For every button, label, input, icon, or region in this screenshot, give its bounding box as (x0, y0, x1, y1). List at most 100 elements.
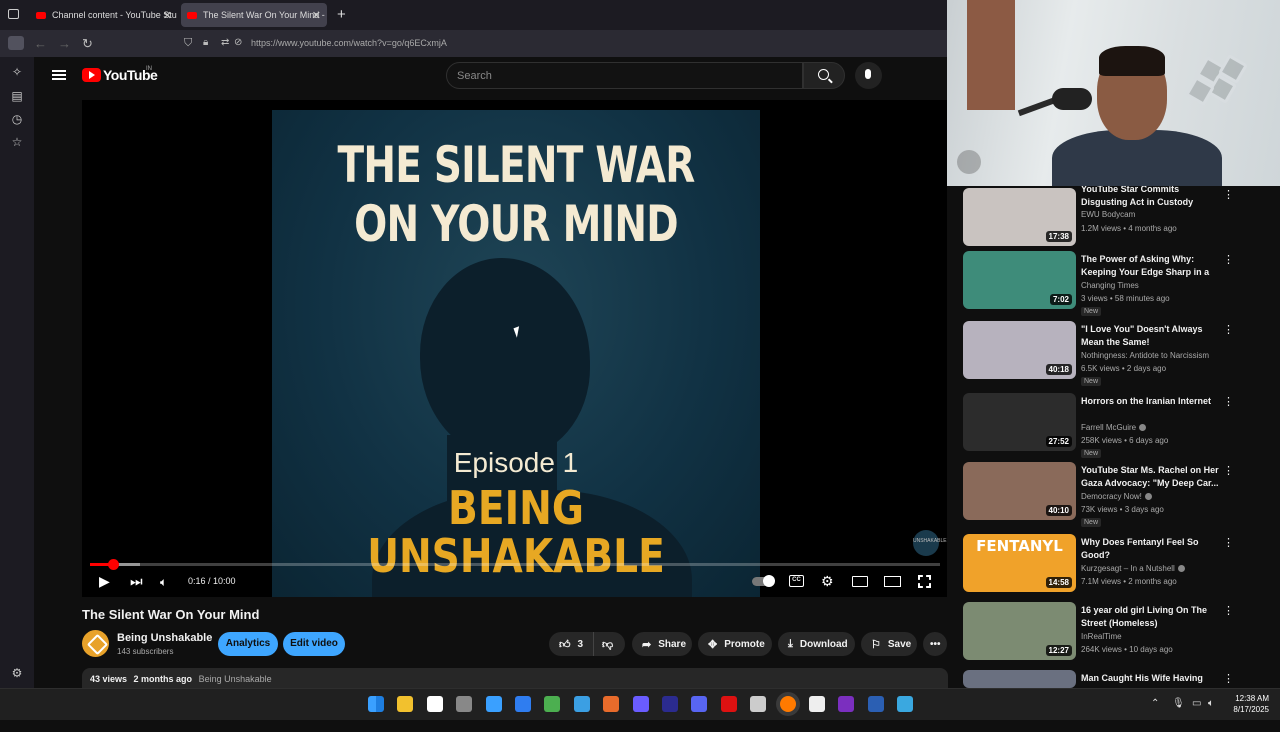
recommendation-title[interactable]: Horrors on the Iranian Internet (1081, 395, 1219, 408)
back-icon[interactable]: ← (34, 36, 47, 51)
chatgpt-icon[interactable] (809, 696, 825, 712)
more-actions-button[interactable]: ••• (923, 632, 947, 656)
settings-icon[interactable]: ⚙ (10, 666, 24, 680)
paint-app-icon[interactable] (603, 696, 620, 712)
more-options-icon[interactable]: ⋮ (1223, 604, 1234, 617)
recommendation-item[interactable]: 12:27 16 year old girl Living On The Stre… (963, 602, 1263, 664)
sidebar-toggle-icon[interactable] (8, 36, 24, 50)
download-button[interactable]: ⤓ Download (778, 632, 855, 656)
photoshop-icon[interactable] (897, 696, 914, 712)
share-button[interactable]: ➦ Share (632, 632, 692, 656)
recommendation-thumbnail[interactable]: 27:52 (963, 393, 1076, 451)
recommendation-title[interactable]: The Power of Asking Why: Keeping Your Ed… (1081, 253, 1219, 279)
search-input[interactable]: Search (446, 62, 803, 89)
progress-bar[interactable] (90, 559, 940, 570)
shield-icon[interactable]: ⛉ (184, 37, 192, 50)
recommendation-channel[interactable]: Democracy Now! (1081, 492, 1152, 501)
recommendation-item[interactable]: FENTANYL 14:58 Why Does Fentanyl Feel So G… (963, 534, 1263, 596)
search-button[interactable] (803, 62, 845, 89)
more-options-icon[interactable]: ⋮ (1223, 395, 1234, 408)
edit-video-button[interactable]: Edit video (283, 632, 345, 656)
next-icon[interactable]: ⏭ (130, 573, 143, 590)
more-options-icon[interactable]: ⋮ (1223, 188, 1234, 201)
extensions-icon[interactable]: ✧ (10, 65, 24, 79)
word-icon[interactable] (867, 696, 884, 712)
settings-gear-icon[interactable]: ⚙ (821, 573, 834, 590)
recommendation-item[interactable]: 7:02 The Power of Asking Why: Keeping You… (963, 251, 1263, 316)
promote-button[interactable]: ✥ Promote (698, 632, 772, 656)
chrome-icon[interactable] (750, 696, 767, 712)
youtube-logo-icon[interactable] (82, 68, 101, 82)
recommendation-thumbnail[interactable]: 40:10 (963, 462, 1076, 520)
dislike-button[interactable]: 👎︎ (593, 632, 625, 656)
blocked-icon[interactable]: ⊘ (234, 37, 242, 48)
miniplayer-icon[interactable] (852, 576, 868, 587)
forward-icon[interactable]: → (58, 36, 71, 51)
recommendation-thumbnail[interactable]: 7:02 (963, 251, 1076, 309)
camera-app-icon[interactable] (456, 696, 473, 712)
new-tab-button[interactable]: + (337, 6, 346, 23)
more-options-icon[interactable]: ⋮ (1223, 253, 1234, 266)
recommendation-item[interactable]: 40:10 YouTube Star Ms. Rachel on Her Gaza… (963, 462, 1263, 527)
tray-mic-icon[interactable]: 🎙︎ (1172, 698, 1185, 709)
tray-chevron-icon[interactable]: ⌃ (1151, 698, 1159, 709)
tab-channel-content[interactable]: Channel content - YouTube Stu ✕ (30, 3, 178, 27)
analytics-button[interactable]: Analytics (218, 632, 278, 656)
volume-icon[interactable]: 🔈︎ (160, 575, 167, 590)
firefox-icon[interactable] (779, 696, 796, 712)
clock[interactable]: 12:38 AM 8/17/2025 (1225, 693, 1269, 715)
like-button[interactable]: 👍︎ 3 (549, 632, 593, 656)
channel-watermark[interactable]: UNSHAKABLE (913, 530, 947, 556)
channel-name[interactable]: Being Unshakable (117, 632, 212, 644)
netflix-icon[interactable] (720, 696, 737, 712)
menu-icon[interactable] (52, 70, 66, 80)
save-button[interactable]: ⚐ Save (861, 632, 917, 656)
channel-avatar[interactable] (82, 630, 109, 657)
tray-volume-icon[interactable]: 🔈︎ (1208, 698, 1214, 709)
play-icon[interactable]: ▶ (99, 573, 110, 590)
recommendation-thumbnail[interactable]: FENTANYL 14:58 (963, 534, 1076, 592)
url-input[interactable]: https://www.youtube.com/watch?v=go/q6ECx… (251, 38, 447, 48)
recommendation-item[interactable]: 27:52 Horrors on the Iranian Internet Farr… (963, 393, 1263, 458)
edge-app-icon[interactable] (515, 696, 531, 712)
premiere-icon[interactable] (662, 696, 678, 712)
permissions-icon[interactable]: ⇄ (221, 37, 229, 48)
recommendation-item[interactable]: 17:38 YouTube Star Commits Disgusting Act… (963, 186, 1263, 248)
scrubber-handle[interactable] (107, 559, 119, 570)
more-options-icon[interactable]: ⋮ (1223, 323, 1234, 336)
lock-icon[interactable]: 🔒︎ (203, 37, 208, 48)
recommendation-item[interactable]: 40:18 "I Love You" Doesn't Always Mean th… (963, 321, 1263, 386)
recommendation-title[interactable]: 16 year old girl Living On The Street (H… (1081, 604, 1219, 630)
recommendation-title[interactable]: YouTube Star Commits Disgusting Act in C… (1081, 186, 1219, 209)
tray-display-icon[interactable]: ▭ (1192, 698, 1201, 709)
store-icon[interactable] (397, 696, 414, 712)
vpn-app-icon[interactable] (632, 696, 649, 712)
pocket-icon[interactable]: ▤ (10, 89, 24, 103)
captions-icon[interactable]: CC (789, 575, 804, 587)
theater-mode-icon[interactable] (884, 576, 901, 587)
tab-silent-war[interactable]: The Silent War On Your Mind - ✕ (181, 3, 327, 27)
recommendation-channel[interactable]: EWU Bodycam (1081, 210, 1135, 219)
recommendation-thumbnail[interactable]: 17:38 (963, 188, 1076, 246)
recommendation-title[interactable]: "I Love You" Doesn't Always Mean the Sam… (1081, 323, 1219, 349)
editor-app-icon[interactable] (485, 696, 502, 712)
recommendation-title[interactable]: YouTube Star Ms. Rachel on Her Gaza Advo… (1081, 464, 1219, 490)
recommendation-channel[interactable]: Kurzgesagt – In a Nutshell (1081, 564, 1185, 573)
discord-icon[interactable] (691, 696, 708, 712)
description-box[interactable]: 43 views 2 months ago Being Unshakable (82, 668, 948, 688)
more-options-icon[interactable]: ⋮ (1223, 464, 1234, 477)
video-frame[interactable]: THE SILENT WAR ON YOUR MIND Episode 1 BE… (272, 110, 760, 597)
recommendation-channel[interactable]: Nothingness: Antidote to Narcissism (1081, 351, 1209, 360)
recommendation-thumbnail[interactable]: 40:18 (963, 321, 1076, 379)
fullscreen-icon[interactable] (918, 575, 931, 588)
recommendation-thumbnail[interactable] (963, 670, 1076, 688)
recommendation-channel[interactable]: Changing Times (1081, 281, 1139, 290)
recommendation-title[interactable]: Why Does Fentanyl Feel So Good? (1081, 536, 1219, 562)
telegram-icon[interactable] (573, 696, 590, 712)
excel-app-icon[interactable] (544, 696, 561, 712)
bookmarks-icon[interactable]: ☆ (10, 135, 24, 149)
close-tab-icon[interactable]: ✕ (163, 9, 172, 22)
recommendation-thumbnail[interactable]: 12:27 (963, 602, 1076, 660)
tab-overview-icon[interactable] (8, 9, 19, 19)
search-app-icon[interactable] (426, 696, 443, 712)
